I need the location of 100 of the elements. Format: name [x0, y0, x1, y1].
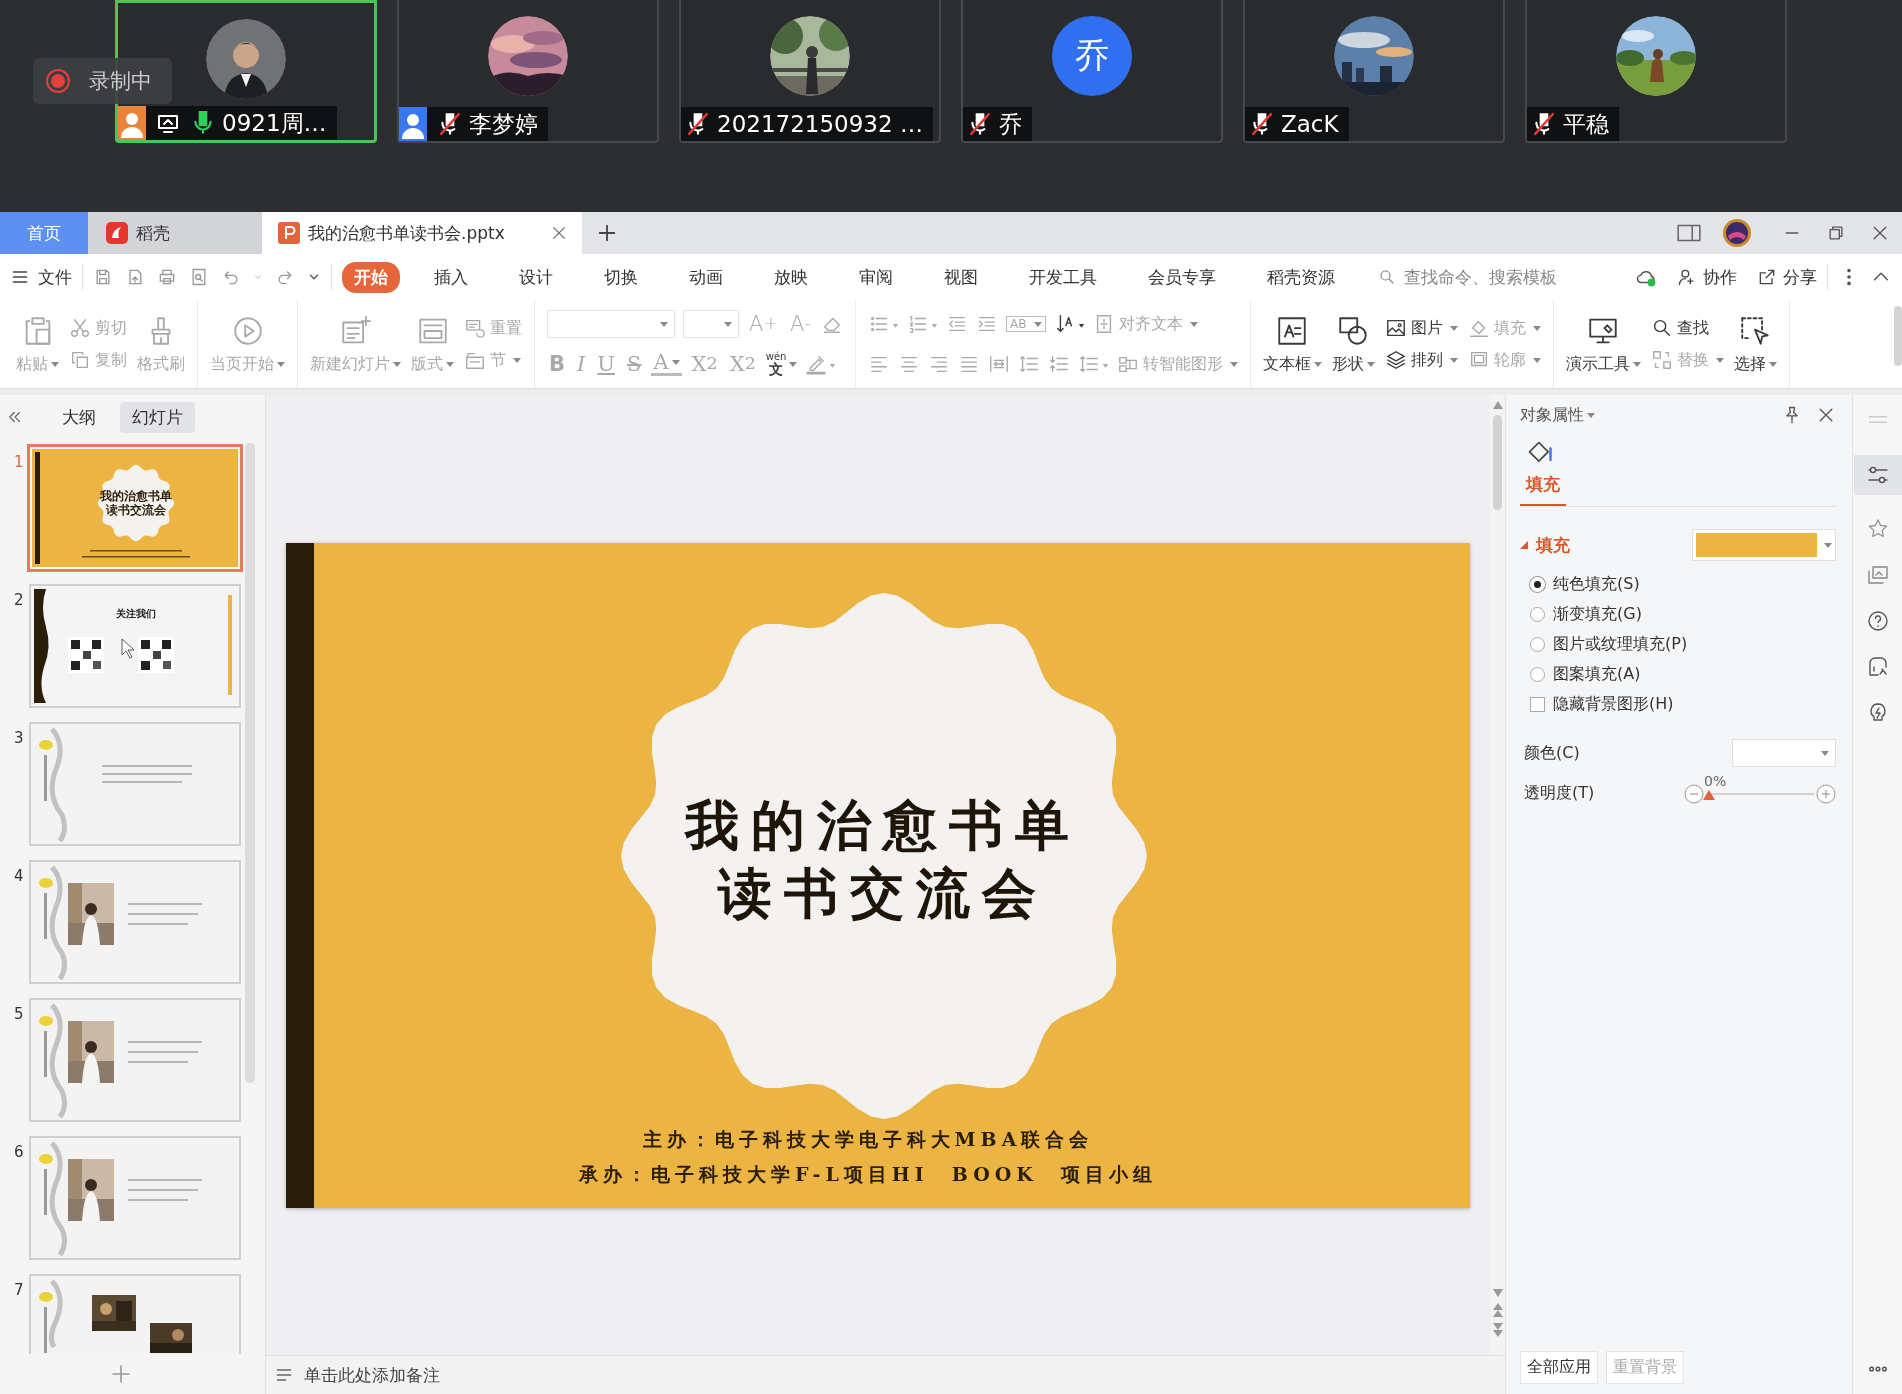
slide-thumbnail[interactable]: [32, 1001, 238, 1119]
participant-tile[interactable]: 李梦婷: [397, 0, 659, 143]
scrollbar-thumb[interactable]: [1894, 306, 1902, 366]
muted-mic-icon[interactable]: [967, 111, 993, 137]
participant-name: 平稳: [1563, 109, 1609, 139]
radio-button[interactable]: [1530, 666, 1545, 682]
phonetic-guide-button[interactable]: wén 文: [765, 352, 798, 376]
slide[interactable]: 我的治愈书单 读书交流会 主办：电子科技大学电子科大MBA联合会 承办：电子科技大学F-L项目HI BOOK 项目小组: [286, 542, 1470, 1208]
file-menu[interactable]: 文件: [10, 265, 72, 289]
slide-number: 6: [14, 1143, 25, 1161]
panel-tab[interactable]: 幻灯片: [120, 401, 195, 433]
expand-icon: [1520, 541, 1528, 549]
ribbon-button[interactable]: 选择: [1733, 313, 1777, 375]
search-icon: [1378, 268, 1396, 286]
panel-button[interactable]: 全部应用: [1520, 1351, 1598, 1384]
help-icon[interactable]: [1865, 609, 1890, 633]
scissors-icon: [69, 317, 91, 339]
ribbon-button[interactable]: 形状: [1331, 313, 1375, 375]
ribbon-button[interactable]: 文本框: [1262, 313, 1322, 375]
color-dropdown[interactable]: [1732, 739, 1836, 767]
reset-icon: [464, 317, 486, 339]
presentation-file-icon: [278, 222, 300, 244]
ribbon-tab[interactable]: 开发工具: [1017, 261, 1109, 293]
transparency-value: 0%: [1704, 772, 1727, 789]
checkbox-option[interactable]: 隐藏背景图形(H): [1530, 693, 1836, 715]
ribbon-button[interactable]: 演示工具: [1565, 313, 1641, 375]
record-icon: [45, 68, 71, 94]
panel-title[interactable]: 对象属性: [1520, 404, 1595, 426]
fill-color-picker[interactable]: [1692, 529, 1836, 561]
participant-tile[interactable]: ZacK: [1243, 0, 1505, 143]
participant-tile[interactable]: 202172150932 …: [679, 0, 941, 143]
scrollbar-thumb[interactable]: [1493, 415, 1502, 510]
tab[interactable]: 我的治愈书单读书会.pptx: [262, 212, 582, 254]
radio-option[interactable]: 纯色填充(S): [1530, 573, 1836, 595]
ribbon-tab[interactable]: 审阅: [847, 261, 905, 293]
close-icon[interactable]: [550, 224, 568, 242]
ribbon-button[interactable]: 图片: [1384, 317, 1458, 339]
slide-thumbnail[interactable]: [32, 863, 238, 981]
font-field[interactable]: [547, 310, 675, 338]
fill-tab[interactable]: 填充: [1520, 435, 1566, 506]
next-slide-icon[interactable]: [1492, 1323, 1503, 1337]
checkbox[interactable]: [1530, 696, 1545, 712]
slide-footer-text: 承办：电子科技大学F-L项目HI BOOK 项目小组: [578, 1161, 1158, 1187]
slide-thumbnail[interactable]: 关注我们: [32, 587, 238, 705]
radio-button[interactable]: [1530, 636, 1545, 652]
scroll-down-icon[interactable]: [1492, 1289, 1503, 1297]
muted-mic-icon[interactable]: [685, 111, 711, 137]
slide-number: 4: [14, 867, 25, 885]
previous-slide-icon[interactable]: [1492, 1303, 1503, 1317]
tab[interactable]: 稻壳: [88, 212, 262, 254]
ribbon-tab[interactable]: 切换: [592, 261, 650, 293]
slide-thumbnail[interactable]: [32, 725, 238, 843]
radio-option[interactable]: 图案填充(A): [1530, 663, 1836, 685]
thumbnail-title: 关注我们: [116, 608, 156, 619]
participant-tile[interactable]: 平稳: [1525, 0, 1787, 143]
thumbnail-title: 读书交流会: [106, 503, 166, 517]
app-logo-icon: [106, 222, 128, 244]
slide-title: 我的治愈书单: [685, 791, 1081, 859]
participant-name: 202172150932 …: [717, 111, 923, 137]
notes-field[interactable]: 单击此处添加备注: [302, 1364, 606, 1386]
ribbon-tab[interactable]: 设计: [507, 261, 565, 293]
muted-mic-icon[interactable]: [437, 111, 463, 137]
slide-number: 3: [14, 729, 25, 747]
ribbon-tab[interactable]: 插入: [422, 261, 480, 293]
ribbon-tab[interactable]: 动画: [677, 261, 735, 293]
ribbon-tab[interactable]: 会员专享: [1136, 261, 1228, 293]
avatar: 乔: [1052, 16, 1132, 96]
plus-icon[interactable]: [596, 222, 618, 244]
ribbon-tab[interactable]: 稻壳资源: [1255, 261, 1347, 293]
radio-button[interactable]: [1530, 606, 1545, 622]
panel-tab[interactable]: 大纲: [50, 401, 108, 433]
share-button[interactable]: 分享: [1757, 265, 1817, 289]
ribbon-button[interactable]: 查找: [1650, 317, 1724, 339]
radio-option[interactable]: 图片或纹理填充(P): [1530, 633, 1836, 655]
radio-option[interactable]: 渐变填充(G): [1530, 603, 1836, 625]
print-icon[interactable]: [157, 267, 177, 287]
copy-icon: [69, 349, 91, 371]
participant-name: 0921周…: [222, 108, 327, 138]
participant-name: ZacK: [1281, 111, 1339, 137]
participant-tile[interactable]: 乔 乔: [961, 0, 1223, 143]
slides-icon[interactable]: [1865, 563, 1890, 587]
qr-code-icon: [138, 637, 174, 673]
section-header[interactable]: 填充: [1520, 533, 1570, 557]
scroll-up-icon[interactable]: [1492, 401, 1503, 409]
muted-mic-icon[interactable]: [1249, 111, 1275, 137]
cursor-icon: [121, 638, 135, 659]
slider-thumb[interactable]: [1703, 789, 1715, 800]
ribbon-tab[interactable]: 放映: [762, 261, 820, 293]
scrollbar-thumb[interactable]: [245, 443, 255, 1083]
ribbon-button[interactable]: 排列: [1384, 349, 1458, 371]
collaborate-button[interactable]: 协作: [1677, 265, 1737, 289]
minus-icon[interactable]: [1684, 783, 1704, 804]
participant-name: 李梦婷: [469, 109, 538, 139]
share-icon: [1757, 267, 1777, 287]
user-avatar[interactable]: [1722, 218, 1752, 248]
muted-mic-icon[interactable]: [1531, 111, 1557, 137]
ribbon-tab[interactable]: 视图: [932, 261, 990, 293]
font-field[interactable]: [683, 310, 739, 338]
slide-thumbnail[interactable]: [32, 1139, 238, 1257]
layers-icon: [1384, 349, 1407, 371]
